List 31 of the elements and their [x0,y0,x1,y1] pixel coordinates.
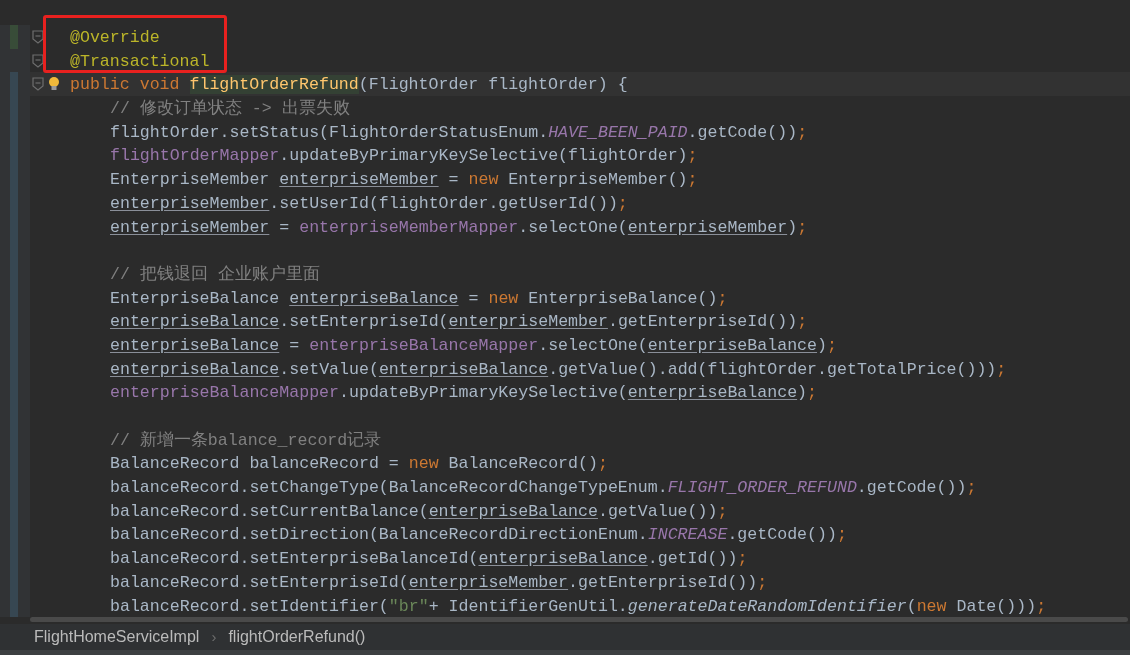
breadcrumb-item[interactable]: FlightHomeServiceImpl [34,625,200,650]
code-line: balanceRecord.setChangeType(BalanceRecordChangeTypeEnum.FLIGHT_ORDER_REFUND.getCode()); [110,478,977,498]
code-line: enterpriseMember.setUserId(flightOrder.getUserId()); [110,193,628,213]
code-line: EnterpriseBalance enterpriseBalance = new EnterpriseBalance(); [110,288,728,308]
code-line: flightOrderMapper.updateByPrimaryKeySelective(flightOrder); [110,146,698,166]
code-comment: // 把钱退回 企业账户里面 [110,264,320,284]
code-comment: // 修改订单状态 -> 出票失败 [110,99,350,119]
horizontal-scrollbar[interactable] [30,617,1128,623]
code-line: balanceRecord.setEnterpriseId(enterpriseMember.getEnterpriseId()); [110,572,768,592]
code-line: balanceRecord.setIdentifier("br"+ IdentifierGenUtil.generateDateRandomIdentifier(new Date())); [110,596,1047,616]
code-line: enterpriseBalance.setEnterpriseId(enterpriseMember.getEnterpriseId()); [110,312,808,332]
code-line: balanceRecord.setEnterpriseBalanceId(enterpriseBalance.getId()); [110,549,748,569]
code-line: flightOrder.setStatus(FlightOrderStatusEnum.HAVE_BEEN_PAID.getCode()); [110,122,808,142]
breadcrumb-separator: › [211,626,217,647]
fold-marker-icon[interactable] [32,53,44,68]
fold-marker-icon[interactable] [32,77,44,92]
code-line: balanceRecord.setCurrentBalance(enterpriseBalance.getValue()); [110,501,728,521]
code-line: EnterpriseMember enterpriseMember = new EnterpriseMember(); [110,170,698,190]
code-annotation: @Override [70,28,160,47]
code-annotation: @Transactional [70,51,210,71]
code-line: enterpriseBalance = enterpriseBalanceMapper.selectOne(enterpriseBalance); [110,335,837,355]
code-line: public void flightOrderRefund(FlightOrder flightOrder) { [70,75,628,95]
code-line: enterpriseBalanceMapper.updateByPrimaryKeySelective(enterpriseBalance); [110,383,818,403]
code-line: enterpriseMember = enterpriseMemberMapper.selectOne(enterpriseMember); [110,217,808,237]
code-comment: // 新增一条balance_record记录 [110,430,382,450]
code-line: balanceRecord.setDirection(BalanceRecordDirectionEnum.INCREASE.getCode()); [110,525,847,545]
breadcrumb-item[interactable]: flightOrderRefund() [228,625,366,650]
lightbulb-icon[interactable] [48,76,60,93]
fold-marker-icon[interactable] [32,29,44,44]
code-line: enterpriseBalance.setValue(enterpriseBalance.getValue().add(flightOrder.getTotalPrice())); [110,359,1007,379]
code-line: BalanceRecord balanceRecord = new BalanceRecord(); [110,454,608,474]
